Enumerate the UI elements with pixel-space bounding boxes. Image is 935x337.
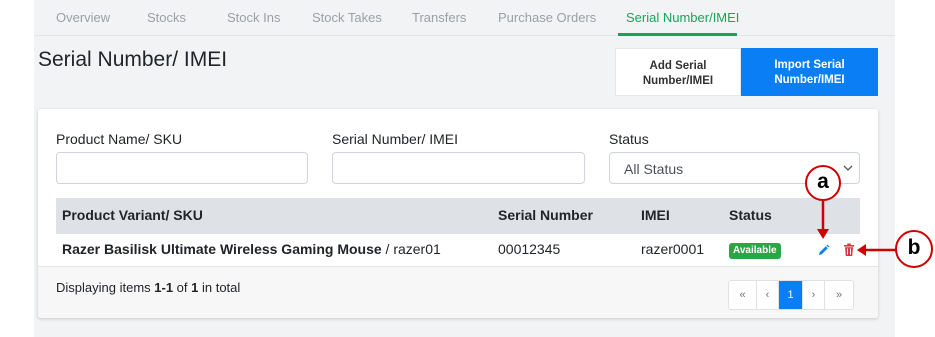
annotation-arrows [817,199,897,256]
annotation-b: b [895,230,933,268]
annotation-a: a [805,165,841,201]
